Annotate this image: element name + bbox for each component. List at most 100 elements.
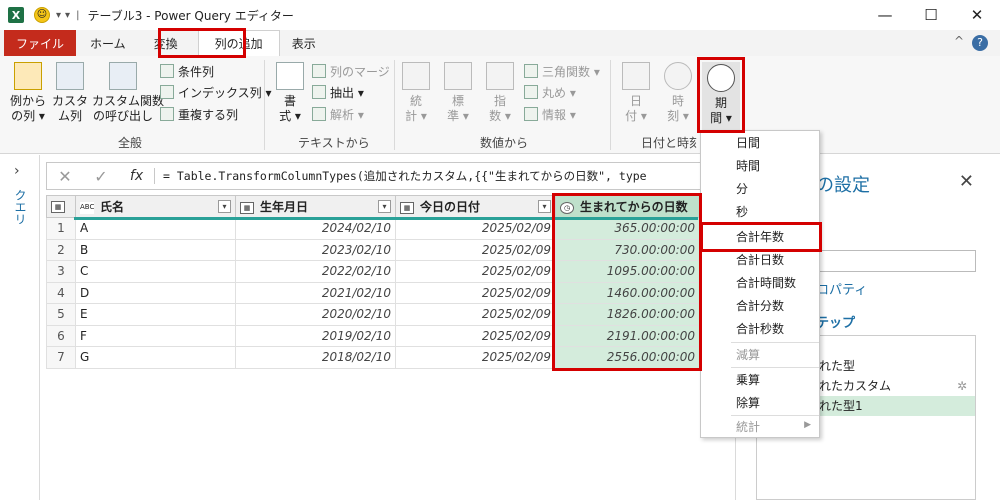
table-cell[interactable]: 2022/02/10: [235, 260, 396, 283]
menu-item-hours[interactable]: 時間: [701, 155, 819, 177]
table-cell[interactable]: 1460.00:00:00: [555, 281, 700, 304]
table-row[interactable]: 2 B 2023/02/10 2025/02/09 730.00:00:00: [46, 238, 700, 261]
table-cell[interactable]: E: [75, 303, 236, 326]
menu-item-seconds[interactable]: 秒: [701, 201, 819, 223]
trigonometry-button[interactable]: 三角関数 ▾: [524, 61, 600, 81]
table-cell[interactable]: A: [75, 217, 236, 240]
confirm-formula-icon[interactable]: ✓: [83, 167, 119, 186]
tab-transform[interactable]: 変換: [140, 30, 192, 56]
standard-button[interactable]: 標 準 ▾: [442, 62, 474, 124]
table-cell[interactable]: C: [75, 260, 236, 283]
duplicate-column-button[interactable]: 重複する列: [160, 104, 238, 124]
table-cell[interactable]: 2023/02/10: [235, 238, 396, 261]
table-cell[interactable]: 1095.00:00:00: [555, 260, 700, 283]
table-cell[interactable]: 365.00:00:00: [555, 217, 700, 240]
help-icon[interactable]: ?: [972, 35, 988, 51]
table-cell[interactable]: G: [75, 346, 236, 369]
table-cell[interactable]: 2021/02/10: [235, 281, 396, 304]
custom-column-icon: [56, 62, 84, 90]
table-cell[interactable]: 2025/02/09: [395, 260, 556, 283]
close-settings-icon[interactable]: ✕: [959, 171, 974, 192]
expand-queries-icon[interactable]: ›: [14, 163, 20, 179]
column-from-examples-button[interactable]: 例から の列 ▾: [8, 62, 48, 124]
queries-label[interactable]: クエリ: [12, 189, 29, 225]
table-cell[interactable]: 1826.00:00:00: [555, 303, 700, 326]
collapse-ribbon-icon[interactable]: ^: [954, 34, 964, 48]
table-cell[interactable]: 2019/02/10: [235, 324, 396, 347]
menu-item-total-seconds[interactable]: 合計秒数: [701, 318, 819, 340]
date-button[interactable]: 日 付 ▾: [618, 62, 654, 124]
column-header-days-since-birth[interactable]: ◷ 生まれてからの日数: [555, 195, 700, 218]
information-button[interactable]: 情報 ▾: [524, 104, 576, 124]
information-icon: [524, 107, 538, 121]
table-cell[interactable]: 2025/02/09: [395, 238, 556, 261]
step-settings-gear-icon[interactable]: ✲: [957, 376, 967, 396]
all-properties-link[interactable]: ロパティ: [816, 279, 867, 298]
parse-button[interactable]: 解析 ▾: [312, 104, 364, 124]
extract-button[interactable]: 抽出 ▾: [312, 82, 364, 102]
index-column-button[interactable]: インデックス列 ▾: [160, 82, 271, 102]
rounding-button[interactable]: 丸め ▾: [524, 82, 576, 102]
table-cell[interactable]: 2024/02/10: [235, 217, 396, 240]
tab-home[interactable]: ホーム: [76, 30, 140, 56]
scientific-button[interactable]: 指 数 ▾: [484, 62, 516, 124]
invoke-custom-function-button[interactable]: カスタム関数 の呼び出し: [92, 62, 164, 124]
table-cell[interactable]: 2025/02/09: [395, 217, 556, 240]
table-cell[interactable]: 2025/02/09: [395, 281, 556, 304]
minimize-button[interactable]: —: [862, 0, 908, 30]
table-cell[interactable]: 2556.00:00:00: [555, 346, 700, 369]
time-button[interactable]: 時 刻 ▾: [660, 62, 696, 124]
menu-item-days[interactable]: 日間: [701, 132, 819, 154]
filter-dropdown-icon[interactable]: ▾: [378, 200, 391, 213]
conditional-column-button[interactable]: 条件列: [160, 61, 214, 81]
quick-access-customize-icon[interactable]: ▾: [65, 10, 70, 21]
table-cell[interactable]: 2025/02/09: [395, 303, 556, 326]
tab-view[interactable]: 表示: [280, 30, 328, 56]
table-cell[interactable]: 2025/02/09: [395, 346, 556, 369]
close-window-button[interactable]: ✕: [954, 0, 1000, 30]
filter-dropdown-icon[interactable]: ▾: [218, 200, 231, 213]
menu-item-divide[interactable]: 除算: [701, 392, 819, 414]
format-button[interactable]: 書 式 ▾: [272, 62, 308, 124]
table-row[interactable]: 3 C 2022/02/10 2025/02/09 1095.00:00:00: [46, 260, 700, 283]
column-header-name[interactable]: ABC 氏名 ▾: [75, 195, 236, 218]
merge-columns-button[interactable]: 列のマージ: [312, 61, 390, 81]
menu-item-total-days[interactable]: 合計日数: [701, 249, 819, 271]
menu-item-multiply[interactable]: 乗算: [701, 369, 819, 391]
table-row[interactable]: 1 A 2024/02/10 2025/02/09 365.00:00:00: [46, 217, 700, 240]
quick-access-dropdown-icon[interactable]: ▾: [56, 10, 61, 21]
table-cell[interactable]: 2020/02/10: [235, 303, 396, 326]
table-icon: ▦: [51, 201, 65, 213]
cancel-formula-icon[interactable]: ✕: [47, 167, 83, 186]
menu-item-total-hours[interactable]: 合計時間数: [701, 272, 819, 294]
table-cell[interactable]: 2025/02/09: [395, 324, 556, 347]
column-header-birthdate[interactable]: ▦ 生年月日 ▾: [235, 195, 396, 218]
menu-item-total-years[interactable]: 合計年数: [701, 226, 819, 248]
table-cell[interactable]: 730.00:00:00: [555, 238, 700, 261]
filter-dropdown-icon[interactable]: ▾: [538, 200, 551, 213]
duration-button[interactable]: 期 間 ▾: [702, 62, 740, 132]
menu-item-subtract[interactable]: 減算: [701, 344, 819, 366]
table-cell[interactable]: D: [75, 281, 236, 304]
table-row[interactable]: 4 D 2021/02/10 2025/02/09 1460.00:00:00: [46, 281, 700, 304]
custom-column-button[interactable]: カスタ ム列: [52, 62, 88, 124]
table-cell[interactable]: 2018/02/10: [235, 346, 396, 369]
fx-icon[interactable]: fx: [119, 168, 155, 184]
table-cell[interactable]: B: [75, 238, 236, 261]
maximize-button[interactable]: ☐: [908, 0, 954, 30]
table-row[interactable]: 7 G 2018/02/10 2025/02/09 2556.00:00:00: [46, 346, 700, 369]
feedback-smiley-icon[interactable]: ☺: [34, 7, 50, 23]
tab-file[interactable]: ファイル: [4, 30, 77, 56]
table-cell[interactable]: F: [75, 324, 236, 347]
table-cell[interactable]: 2191.00:00:00: [555, 324, 700, 347]
column-header-today[interactable]: ▦ 今日の日付 ▾: [395, 195, 556, 218]
table-menu-header[interactable]: ▦: [46, 195, 76, 218]
menu-item-total-minutes[interactable]: 合計分数: [701, 295, 819, 317]
table-row[interactable]: 6 F 2019/02/10 2025/02/09 2191.00:00:00: [46, 324, 700, 347]
tab-add-column[interactable]: 列の追加: [197, 30, 280, 56]
formula-input[interactable]: = Table.TransformColumnTypes(追加されたカスタム,{…: [155, 168, 647, 184]
menu-item-statistics[interactable]: 統計: [701, 416, 819, 438]
table-row[interactable]: 5 E 2020/02/10 2025/02/09 1826.00:00:00: [46, 303, 700, 326]
statistics-button[interactable]: 統 計 ▾: [400, 62, 432, 124]
menu-item-minutes[interactable]: 分: [701, 178, 819, 200]
